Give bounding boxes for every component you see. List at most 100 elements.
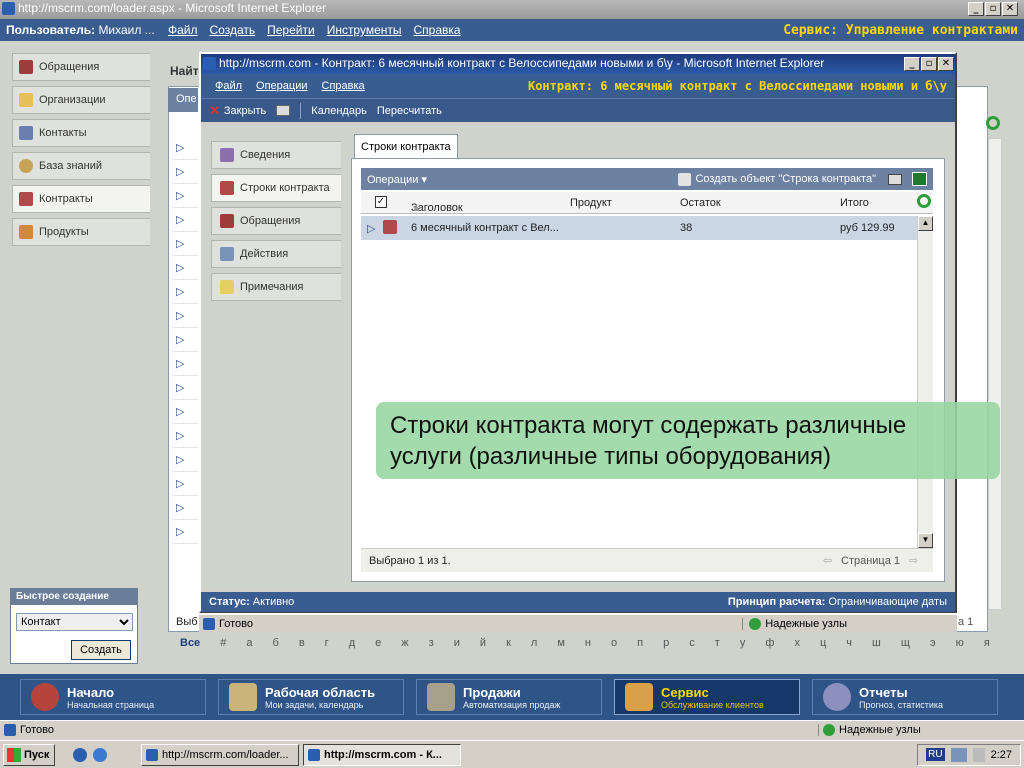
expand-arrow-icon[interactable]: ▷	[176, 525, 184, 538]
expand-arrow-icon[interactable]: ▷	[176, 285, 184, 298]
popup-nav-activities[interactable]: Действия	[211, 240, 341, 268]
alpha-letter[interactable]: ф	[765, 637, 774, 649]
alpha-letter[interactable]: с	[689, 637, 695, 649]
refresh-icon[interactable]	[986, 116, 1000, 130]
alpha-letter[interactable]: п	[637, 637, 643, 649]
maximize-button[interactable]: ▫	[985, 2, 1001, 16]
list-row[interactable]: ▷	[172, 400, 198, 424]
alpha-letter[interactable]: и	[454, 637, 460, 649]
list-ops[interactable]: Опе	[168, 88, 198, 112]
table-row[interactable]: ▷ 6 месячный контракт с Вел... 38 руб 12…	[361, 216, 917, 240]
alpha-letter[interactable]: ч	[846, 637, 852, 649]
scroll-down-button[interactable]: ▼	[918, 533, 933, 548]
expand-arrow-icon[interactable]: ▷	[176, 141, 184, 154]
taskbar-task[interactable]: http://mscrm.com/loader...	[141, 743, 299, 766]
alpha-letter[interactable]: х	[794, 637, 800, 649]
list-row[interactable]: ▷	[172, 496, 198, 520]
alpha-letter[interactable]: к	[506, 637, 511, 649]
list-row[interactable]: ▷	[172, 376, 198, 400]
expand-arrow-icon[interactable]: ▷	[176, 237, 184, 250]
nav-item-contracts[interactable]: Контракты	[12, 185, 150, 213]
list-row[interactable]: ▷	[172, 352, 198, 376]
popup-nav-details[interactable]: Сведения	[211, 141, 341, 169]
excel-export-icon[interactable]	[912, 172, 927, 186]
expand-arrow-icon[interactable]: ▷	[176, 357, 184, 370]
list-row[interactable]: ▷	[172, 448, 198, 472]
menu-tools[interactable]: Инструменты	[327, 23, 402, 37]
alpha-letter[interactable]: д	[349, 637, 355, 649]
language-indicator[interactable]: RU	[926, 748, 945, 761]
list-row[interactable]: ▷	[172, 208, 198, 232]
grid-scrollbar[interactable]: ▲ ▼	[917, 216, 933, 548]
menu-help[interactable]: Справка	[414, 23, 461, 37]
list-scrollbar[interactable]	[988, 138, 1002, 610]
list-row[interactable]: ▷	[172, 136, 198, 160]
browser-quicklaunch-icon[interactable]	[93, 747, 107, 762]
list-row[interactable]: ▷	[172, 256, 198, 280]
volume-icon[interactable]	[972, 747, 985, 762]
workplace-home[interactable]: Начало Начальная страница	[20, 679, 206, 715]
alpha-all[interactable]: Все	[180, 637, 200, 649]
column-total[interactable]: Итого	[840, 197, 869, 209]
grid-ops-menu[interactable]: Операции ▾	[367, 173, 427, 186]
expand-arrow-icon[interactable]: ▷	[176, 429, 184, 442]
refresh-icon[interactable]	[917, 194, 931, 208]
popup-maximize-button[interactable]: ▫	[921, 57, 937, 71]
alpha-letter[interactable]: т	[715, 637, 720, 649]
close-record-button[interactable]: ✕ Закрыть	[209, 103, 266, 119]
scroll-up-button[interactable]: ▲	[918, 216, 933, 231]
alpha-letter[interactable]: ж	[401, 637, 408, 649]
alpha-letter[interactable]: й	[480, 637, 486, 649]
taskbar-task-active[interactable]: http://mscrm.com - К...	[303, 743, 461, 766]
select-all-checkbox[interactable]: ✓	[375, 196, 387, 208]
expand-arrow-icon[interactable]: ▷	[176, 261, 184, 274]
next-page-icon[interactable]: ⇨	[909, 554, 918, 567]
nav-item-contacts[interactable]: Контакты	[12, 119, 150, 147]
popup-menu-file[interactable]: Файл	[215, 80, 242, 92]
list-row[interactable]: ▷	[172, 520, 198, 544]
workplace-reports[interactable]: Отчеты Прогноз, статистика	[812, 679, 998, 715]
popup-menu-operations[interactable]: Операции	[256, 80, 307, 92]
row-title[interactable]: 6 месячный контракт с Вел...	[411, 222, 559, 234]
list-row[interactable]: ▷	[172, 280, 198, 304]
alpha-letter[interactable]: ю	[956, 637, 964, 649]
alpha-letter[interactable]: е	[375, 637, 381, 649]
alpha-letter[interactable]: у	[740, 637, 746, 649]
nav-item-products[interactable]: Продукты	[12, 218, 150, 246]
popup-nav-notes[interactable]: Примечания	[211, 273, 341, 301]
workplace-sales[interactable]: Продажи Автоматизация продаж	[416, 679, 602, 715]
list-row[interactable]: ▷	[172, 160, 198, 184]
list-row[interactable]: ▷	[172, 424, 198, 448]
nav-item-accounts[interactable]: Организации	[12, 86, 150, 114]
expand-arrow-icon[interactable]: ▷	[176, 213, 184, 226]
prev-page-icon[interactable]: ⇦	[823, 554, 832, 567]
list-row[interactable]: ▷	[172, 232, 198, 256]
popup-nav-cases[interactable]: Обращения	[211, 207, 341, 235]
expand-arrow-icon[interactable]: ▷	[176, 333, 184, 346]
calendar-button[interactable]: Календарь	[311, 105, 367, 117]
alpha-letter[interactable]: б	[272, 637, 278, 649]
expand-arrow-icon[interactable]: ▷	[176, 405, 184, 418]
alpha-letter[interactable]: л	[531, 637, 537, 649]
column-remaining[interactable]: Остаток	[680, 197, 721, 209]
network-icon[interactable]	[950, 747, 967, 762]
list-row[interactable]: ▷	[172, 184, 198, 208]
alpha-letter[interactable]: я	[984, 637, 990, 649]
alpha-letter[interactable]: #	[220, 637, 226, 649]
workplace-workspace[interactable]: Рабочая область Мои задачи, календарь	[218, 679, 404, 715]
alpha-letter[interactable]: р	[663, 637, 669, 649]
expand-arrow-icon[interactable]: ▷	[176, 501, 184, 514]
close-button[interactable]: ✕	[1002, 2, 1018, 16]
nav-item-cases[interactable]: Обращения	[12, 53, 150, 81]
expand-arrow-icon[interactable]: ▷	[176, 381, 184, 394]
menu-goto[interactable]: Перейти	[267, 23, 315, 37]
popup-minimize-button[interactable]: _	[904, 57, 920, 71]
quick-create-select[interactable]: Контакт	[16, 613, 133, 631]
expand-arrow-icon[interactable]: ▷	[176, 165, 184, 178]
nav-item-kb[interactable]: База знаний	[12, 152, 150, 180]
expand-arrow-icon[interactable]: ▷	[367, 222, 375, 235]
popup-menu-help[interactable]: Справка	[322, 80, 365, 92]
alpha-letter[interactable]: ц	[820, 637, 826, 649]
alpha-letter[interactable]: з	[429, 637, 434, 649]
start-button[interactable]: Пуск	[3, 743, 55, 766]
